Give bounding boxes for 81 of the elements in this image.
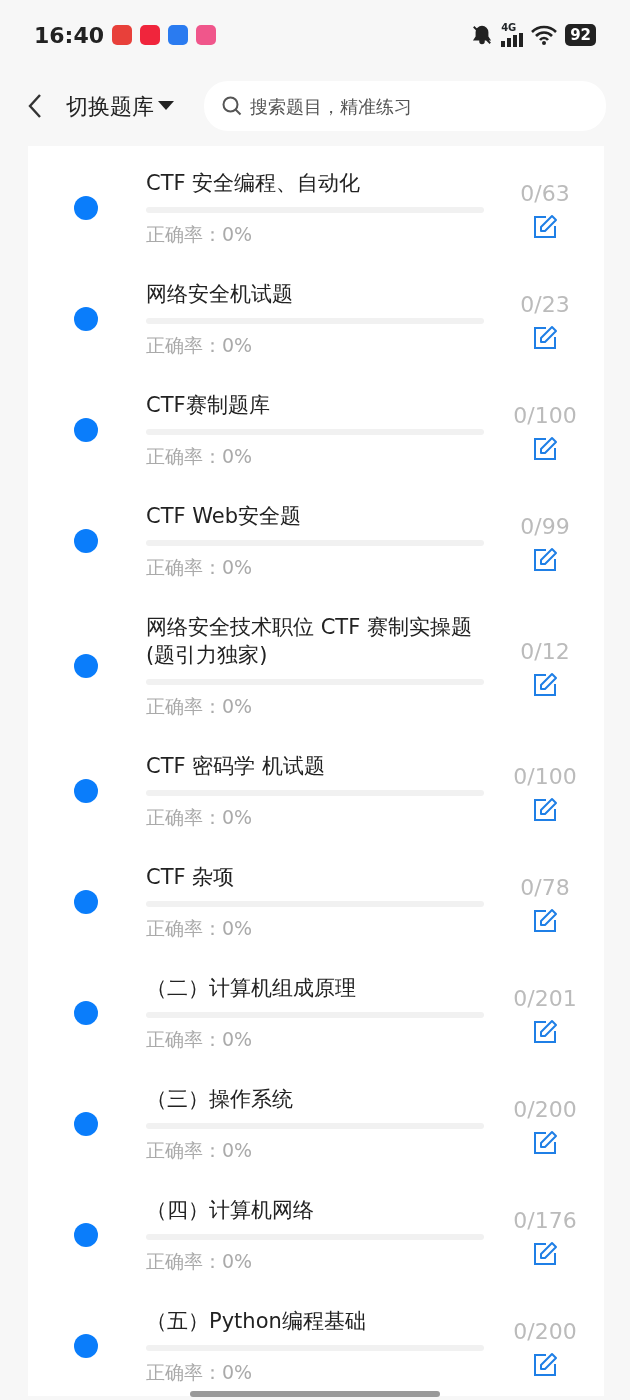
progress-count: 0/100 (513, 401, 577, 430)
question-bank-item[interactable]: CTF 杂项 正确率：0% 0/78 (28, 848, 604, 959)
status-dot (74, 779, 98, 803)
progress-count: 0/23 (520, 290, 570, 319)
question-bank-item[interactable]: CTF赛制题库 正确率：0% 0/100 (28, 376, 604, 487)
muted-bell-icon (471, 24, 494, 46)
accuracy-text: 正确率：0% (146, 333, 254, 358)
edit-icon[interactable] (532, 435, 558, 462)
bank-title: CTF 杂项 (146, 864, 236, 891)
progress-count: 0/12 (520, 637, 570, 666)
edit-icon[interactable] (532, 1129, 558, 1156)
progress-count: 0/100 (513, 762, 577, 791)
progress-count: 0/78 (520, 873, 570, 902)
question-bank-item[interactable]: 网络安全技术职位 CTF 赛制实操题(题引力独家) 正确率：0% 0/12 (28, 598, 604, 737)
accuracy-text: 正确率：0% (146, 805, 254, 830)
status-dot (74, 529, 98, 553)
status-dot (74, 1112, 98, 1136)
question-bank-item[interactable]: （二）计算机组成原理 正确率：0% 0/201 (28, 959, 604, 1070)
status-dot (74, 307, 98, 331)
app-icon (140, 25, 161, 45)
edit-icon[interactable] (532, 1240, 558, 1267)
bank-title: （四）计算机网络 (146, 1197, 315, 1224)
bank-title: CTF赛制题库 (146, 392, 271, 419)
edit-icon[interactable] (532, 907, 558, 934)
accuracy-text: 正确率：0% (146, 916, 254, 941)
question-bank-item[interactable]: （五）Python编程基础 正确率：0% 0/200 (28, 1292, 604, 1396)
question-bank-item[interactable]: CTF 安全编程、自动化 正确率：0% 0/63 (28, 154, 604, 265)
caret-icon (158, 101, 174, 111)
status-dot (74, 654, 98, 678)
question-bank-item[interactable]: CTF 密码学 机试题 正确率：0% 0/100 (28, 737, 604, 848)
accuracy-text: 正确率：0% (146, 555, 254, 580)
app-icon (196, 25, 217, 45)
bank-title: CTF 密码学 机试题 (146, 753, 326, 780)
battery-level: 92 (565, 24, 596, 46)
edit-icon[interactable] (532, 213, 558, 240)
status-dot (74, 890, 98, 914)
edit-icon[interactable] (532, 324, 558, 351)
signal-icon (501, 33, 524, 47)
edit-icon[interactable] (532, 546, 558, 573)
edit-icon[interactable] (532, 1018, 558, 1045)
accuracy-text: 正确率：0% (146, 1138, 254, 1163)
progress-count: 0/63 (520, 179, 570, 208)
question-bank-item[interactable]: CTF Web安全题 正确率：0% 0/99 (28, 487, 604, 598)
accuracy-text: 正确率：0% (146, 222, 254, 247)
network-type: 4G (501, 23, 517, 33)
progress-count: 0/176 (513, 1206, 577, 1235)
bank-title: （二）计算机组成原理 (146, 975, 357, 1002)
status-dot (74, 1334, 98, 1358)
bank-title: CTF Web安全题 (146, 503, 303, 530)
accuracy-text: 正确率：0% (146, 694, 254, 719)
bank-title: 网络安全技术职位 CTF 赛制实操题(题引力独家) (146, 614, 473, 669)
bank-title: CTF 安全编程、自动化 (146, 170, 362, 197)
status-dot (74, 418, 98, 442)
status-time: 16:40 (34, 21, 105, 50)
edit-icon[interactable] (532, 671, 558, 698)
status-dot (74, 1223, 98, 1247)
question-bank-item[interactable]: （四）计算机网络 正确率：0% 0/176 (28, 1181, 604, 1292)
edit-icon[interactable] (532, 1351, 558, 1378)
bank-title: （五）Python编程基础 (146, 1308, 367, 1335)
wifi-icon (531, 25, 558, 45)
accuracy-text: 正确率：0% (146, 444, 254, 469)
app-icon (112, 25, 133, 45)
accuracy-text: 正确率：0% (146, 1360, 254, 1385)
question-bank-item[interactable]: （三）操作系统 正确率：0% 0/200 (28, 1070, 604, 1181)
progress-count: 0/201 (513, 984, 577, 1013)
progress-count: 0/200 (513, 1095, 577, 1124)
accuracy-text: 正确率：0% (146, 1027, 254, 1052)
status-dot (74, 196, 98, 220)
status-dot (74, 1001, 98, 1025)
app-icon (168, 25, 189, 45)
progress-count: 0/200 (513, 1317, 577, 1346)
accuracy-text: 正确率：0% (146, 1249, 254, 1274)
bank-title: （三）操作系统 (146, 1086, 294, 1113)
back-icon[interactable] (28, 93, 42, 119)
bank-title: 网络安全机试题 (146, 281, 294, 308)
question-bank-item[interactable]: 网络安全机试题 正确率：0% 0/23 (28, 265, 604, 376)
edit-icon[interactable] (532, 796, 558, 823)
search-field[interactable]: 搜索题目，精准练习 (204, 81, 606, 131)
progress-count: 0/99 (520, 512, 570, 541)
search-icon (222, 96, 242, 116)
bank-switcher[interactable]: 切换题库 (66, 89, 174, 123)
